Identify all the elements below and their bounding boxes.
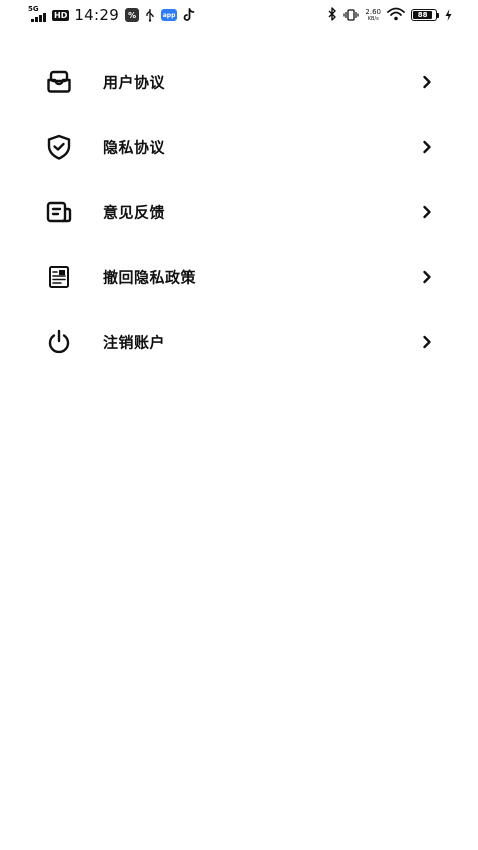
menu-item-user-agreement[interactable]: 用户协议 xyxy=(0,49,478,114)
settings-menu-list: 用户协议 隐私协议 意见反馈 撤回隐私政策 注销账户 xyxy=(0,49,478,374)
app-notification-icon: % xyxy=(125,8,140,22)
battery-icon: 88 xyxy=(411,9,439,21)
usb-icon xyxy=(145,8,155,22)
tiktok-icon xyxy=(183,8,195,22)
chevron-right-icon xyxy=(421,335,433,349)
menu-item-label: 撤回隐私政策 xyxy=(103,268,197,286)
battery-level-label: 88 xyxy=(413,11,433,19)
signal-icon: 5G xyxy=(28,5,50,25)
menu-item-label: 隐私协议 xyxy=(103,138,166,156)
status-bar-left: 5G HD 14:29 % app xyxy=(28,5,195,25)
document-icon xyxy=(45,263,73,291)
wifi-icon xyxy=(387,6,405,25)
chevron-right-icon xyxy=(421,205,433,219)
bluetooth-icon xyxy=(328,6,337,25)
network-speed: 2.60 KB/s xyxy=(365,7,381,22)
network-speed-value: 2.60 xyxy=(365,7,381,16)
menu-item-label: 意见反馈 xyxy=(103,203,166,221)
chevron-right-icon xyxy=(421,75,433,89)
menu-item-delete-account[interactable]: 注销账户 xyxy=(0,309,478,374)
network-type-label: 5G xyxy=(28,5,39,13)
blue-app-icon: app xyxy=(161,9,178,21)
menu-item-privacy-agreement[interactable]: 隐私协议 xyxy=(0,114,478,179)
shield-check-icon xyxy=(45,133,73,161)
user-agreement-icon xyxy=(45,68,73,96)
charging-icon xyxy=(445,6,452,25)
chevron-right-icon xyxy=(421,270,433,284)
menu-item-label: 用户协议 xyxy=(103,73,166,91)
feedback-icon xyxy=(45,198,73,226)
menu-item-revoke-privacy-policy[interactable]: 撤回隐私政策 xyxy=(0,244,478,309)
status-time: 14:29 xyxy=(74,6,120,24)
vibrate-icon xyxy=(343,6,360,25)
network-speed-unit: KB/s xyxy=(367,15,379,22)
hd-badge: HD xyxy=(52,9,70,21)
power-icon xyxy=(45,328,73,356)
menu-item-feedback[interactable]: 意见反馈 xyxy=(0,179,478,244)
status-bar-right: 2.60 KB/s 88 xyxy=(328,5,452,25)
status-bar: 5G HD 14:29 % app 2.60 KB/s 88 xyxy=(0,0,478,30)
chevron-right-icon xyxy=(421,140,433,154)
menu-item-label: 注销账户 xyxy=(103,333,166,351)
